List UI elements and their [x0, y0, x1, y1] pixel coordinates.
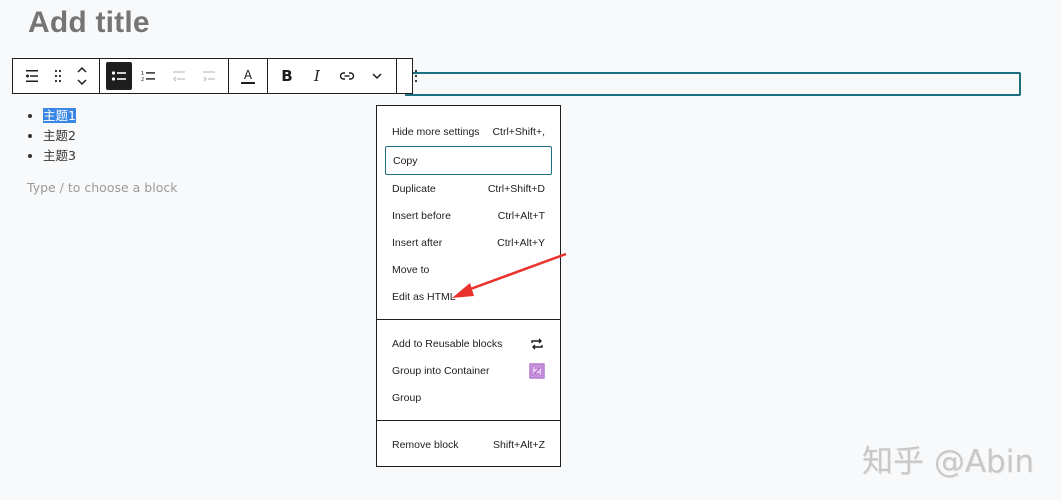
block-options-menu: Hide more settings Ctrl+Shift+, Copy Dupl… [376, 105, 561, 467]
block-appender-placeholder[interactable]: Type / to choose a block [27, 180, 177, 195]
menu-section-reusable: Add to Reusable blocks Group into Contai… [377, 320, 560, 421]
menu-item-move-to[interactable]: Move to [385, 257, 552, 283]
shortcut-label: Ctrl+Alt+T [497, 210, 545, 222]
menu-item-copy[interactable]: Copy [385, 146, 552, 175]
menu-item-add-to-reusable-blocks[interactable]: Add to Reusable blocks [385, 331, 552, 357]
list-item[interactable]: 主题2 [43, 126, 76, 146]
shortcut-label: Ctrl+Alt+Y [497, 237, 545, 249]
italic-button[interactable]: I [302, 62, 332, 90]
ordered-list-icon: 12 [141, 71, 155, 82]
toolbar-group-options [397, 59, 435, 93]
outdent-button[interactable] [164, 62, 194, 90]
menu-item-remove-block[interactable]: Remove block Shift+Alt+Z [385, 432, 552, 458]
menu-item-insert-after[interactable]: Insert after Ctrl+Alt+Y [385, 230, 552, 256]
move-up-down-icon [77, 66, 87, 86]
text-color-icon: A [240, 68, 256, 84]
list-item[interactable]: 主题3 [43, 146, 76, 166]
indent-button[interactable] [194, 62, 224, 90]
outdent-icon [173, 71, 185, 82]
menu-item-insert-before[interactable]: Insert before Ctrl+Alt+T [385, 203, 552, 229]
selected-text[interactable]: 主题1 [43, 108, 76, 123]
menu-section-tools: Hide more settings Ctrl+Shift+, Copy Dupl… [377, 106, 560, 320]
chevron-down-icon [372, 73, 382, 80]
svg-text:2: 2 [141, 77, 144, 82]
post-title-placeholder[interactable]: Add title [28, 6, 150, 40]
menu-item-duplicate[interactable]: Duplicate Ctrl+Shift+D [385, 176, 552, 202]
ordered-list-button[interactable]: 12 [134, 62, 164, 90]
unordered-list-button[interactable] [106, 62, 132, 90]
italic-icon: I [314, 67, 320, 85]
more-formats-button[interactable] [362, 62, 392, 90]
drag-handle-icon [54, 69, 62, 83]
indent-icon [203, 71, 215, 82]
menu-item-edit-as-html[interactable]: Edit as HTML [385, 284, 552, 310]
drag-handle-button[interactable] [47, 62, 69, 90]
bold-icon: B [281, 67, 293, 85]
list-item[interactable]: 主题1 [43, 106, 76, 126]
toolbar-group-color: A [229, 59, 268, 93]
toolbar-group-block [13, 59, 100, 93]
block-focus-outline[interactable] [405, 72, 1021, 96]
menu-section-remove: Remove block Shift+Alt+Z [377, 421, 560, 467]
more-vertical-icon [414, 69, 418, 83]
list-block-button[interactable] [17, 62, 47, 90]
toolbar-group-format: B I [268, 59, 397, 93]
bold-button[interactable]: B [272, 62, 302, 90]
link-button[interactable] [332, 62, 362, 90]
toolbar-group-list: 12 [100, 59, 229, 93]
move-up-down-button[interactable] [69, 62, 95, 90]
options-button[interactable] [401, 62, 431, 90]
block-toolbar: 12 A B I [12, 58, 418, 94]
watermark: 知乎 @Abin [862, 444, 1034, 480]
text-color-button[interactable]: A [233, 62, 263, 90]
shortcut-label: Ctrl+Shift+D [487, 183, 545, 195]
reusable-icon [531, 338, 543, 350]
unordered-list-icon [111, 71, 126, 81]
list-block-icon [26, 70, 38, 82]
link-icon [339, 72, 355, 80]
shortcut-label: Ctrl+Shift+, [492, 126, 545, 138]
menu-item-hide-more-settings[interactable]: Hide more settings Ctrl+Shift+, [385, 119, 552, 145]
shortcut-label: Shift+Alt+Z [493, 439, 545, 451]
list-block[interactable]: 主题1 主题2 主题3 [28, 106, 76, 166]
container-icon [529, 363, 545, 379]
menu-item-group[interactable]: Group [385, 385, 552, 411]
menu-item-group-into-container[interactable]: Group into Container [385, 358, 552, 384]
